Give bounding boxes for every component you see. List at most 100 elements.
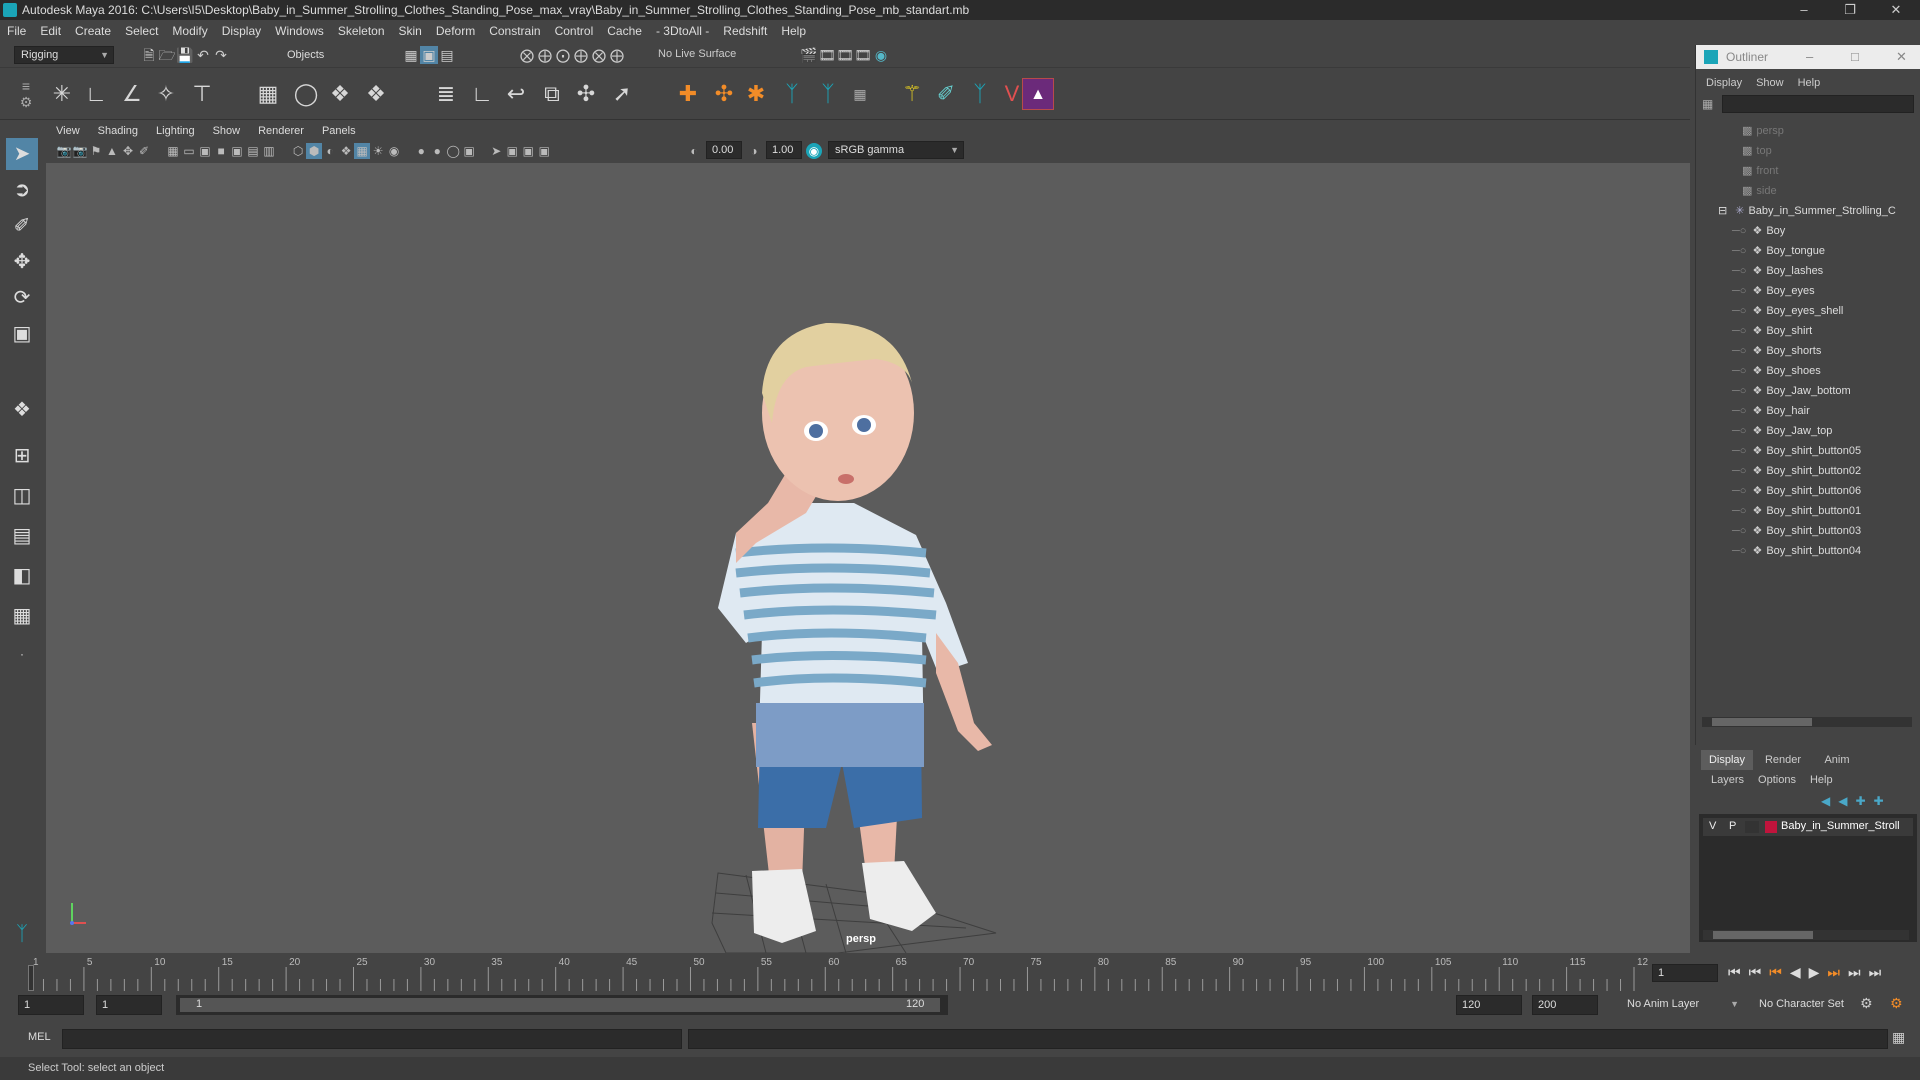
tab-anim[interactable]: Anim	[1811, 750, 1863, 770]
use-all-lights-icon[interactable]: ▦	[354, 143, 371, 159]
tab-display[interactable]: Display	[1701, 750, 1753, 770]
time-slider[interactable]: 1 5 10 15 20 25 30 35 40 45 50 55 60 65 70 75 80 85 90 95 10…	[0, 955, 1920, 995]
playback-end-field[interactable]: 120	[1456, 995, 1522, 1015]
vp-menu-view[interactable]: View	[46, 122, 88, 140]
paint-bucket-icon[interactable]: ⚚	[896, 78, 928, 110]
maya-tool-icon-b[interactable]: ᛉ	[812, 78, 844, 110]
exposure-field[interactable]: 0.00	[706, 141, 742, 159]
layer-hscroll-thumb[interactable]	[1713, 931, 1813, 939]
menu-cache[interactable]: Cache	[600, 21, 649, 41]
vp-menu-lighting[interactable]: Lighting	[146, 122, 203, 140]
save-scene-icon[interactable]: 💾	[176, 46, 194, 64]
xray-joints-icon[interactable]: ▣	[504, 143, 520, 159]
menu-select[interactable]: Select	[118, 21, 165, 41]
isolate-select-icon[interactable]: ▣	[461, 143, 477, 159]
range-slider-bar-fill[interactable]	[180, 998, 940, 1012]
menu-windows[interactable]: Windows	[268, 21, 331, 41]
snap-point-icon[interactable]: ⨀	[554, 46, 572, 64]
layer-row[interactable]: V P Baby_in_Summer_Stroll	[1703, 818, 1913, 836]
menu-redshift[interactable]: Redshift	[716, 21, 774, 41]
ik-handle-icon[interactable]: ∟	[80, 78, 112, 110]
go-to-end-icon[interactable]: ⏭	[1869, 964, 1882, 980]
outliner-item[interactable]: ─○ ❖ Boy_hair	[1702, 401, 1912, 421]
toolbox-collapse-icon[interactable]: ·	[6, 638, 38, 670]
layer-help-menu[interactable]: Help	[1810, 774, 1833, 786]
camera-icon[interactable]: 📷	[56, 143, 72, 159]
color-space-dropdown[interactable]: sRGB gamma ▼	[828, 141, 964, 159]
hypershade-icon[interactable]: ◉	[872, 46, 890, 64]
particle-icon[interactable]: ✱	[740, 78, 772, 110]
xray-icon[interactable]: ➤	[488, 143, 504, 159]
collapse-icon[interactable]: ⊟	[1718, 205, 1727, 217]
live-surface-label[interactable]: No Live Surface	[658, 48, 736, 60]
2d-pan-icon[interactable]: ✥	[120, 143, 136, 159]
create-joint-icon[interactable]: ✳	[46, 78, 78, 110]
script-editor-icon[interactable]: ▦	[1892, 1029, 1905, 1046]
preferences-icon[interactable]: ⚙	[1890, 995, 1903, 1012]
menu-3dtoall[interactable]: - 3DtoAll -	[649, 21, 716, 41]
grease-pencil-icon[interactable]: ✐	[136, 143, 152, 159]
outliner-item[interactable]: ─○ ❖ Boy_shirt_button06	[1702, 481, 1912, 501]
outliner-item[interactable]: ─○ ❖ Boy_shorts	[1702, 341, 1912, 361]
outliner-filter-icon[interactable]: ▦	[1702, 97, 1718, 113]
aim-constraint-icon[interactable]: ∟	[466, 78, 498, 110]
new-layer-icon[interactable]: ✚	[1855, 794, 1865, 808]
redo-icon[interactable]: ↷	[212, 46, 230, 64]
layer-name[interactable]: Baby_in_Summer_Stroll	[1781, 820, 1900, 832]
locator-icon[interactable]: ✚	[672, 78, 704, 110]
outliner-layout-icon[interactable]: ▤	[6, 520, 38, 552]
layer-visibility-toggle[interactable]: V	[1709, 820, 1716, 832]
maya-tool-icon-a[interactable]: ᛉ	[776, 78, 808, 110]
outliner-hscrollbar[interactable]	[1702, 717, 1912, 727]
outliner-item[interactable]: ─○ ❖ Boy_shoes	[1702, 361, 1912, 381]
scale-tool-icon[interactable]: ▣	[6, 318, 38, 350]
blendshape-icon[interactable]: ❖	[360, 78, 392, 110]
menu-skeleton[interactable]: Skeleton	[331, 21, 392, 41]
point-constraint-icon[interactable]: ≣	[430, 78, 462, 110]
two-pane-layout-icon[interactable]: ◫	[6, 480, 38, 512]
playback-start-field[interactable]: 1	[96, 995, 162, 1015]
outliner-item[interactable]: ─○ ❖ Boy_shirt_button01	[1702, 501, 1912, 521]
outliner-item-group[interactable]: ⊟ ✳ Baby_in_Summer_Strolling_C	[1702, 201, 1912, 221]
outliner-item-persp[interactable]: ▩ persp	[1702, 121, 1912, 141]
lasso-tool-icon[interactable]: ➲	[6, 174, 38, 206]
outliner-item[interactable]: ─○ ❖ Boy_shirt_button04	[1702, 541, 1912, 561]
outliner-hscroll-thumb[interactable]	[1712, 718, 1812, 726]
maya-tool-icon-c[interactable]: ᛉ	[964, 78, 996, 110]
wireframe-icon[interactable]: ⬡	[290, 143, 306, 159]
menu-display[interactable]: Display	[215, 21, 268, 41]
mode-dropdown[interactable]: Rigging ▼	[14, 46, 114, 64]
view-transform-icon[interactable]: ◉	[806, 143, 822, 159]
graph-layout-icon[interactable]: ◧	[6, 560, 38, 592]
undo-icon[interactable]: ↶	[194, 46, 212, 64]
new-scene-icon[interactable]: 🗎	[140, 46, 158, 64]
select-hierarchy-icon[interactable]: ▦	[402, 46, 420, 64]
options-menu[interactable]: Options	[1758, 774, 1796, 786]
select-object-icon[interactable]: ▣	[420, 46, 438, 64]
shelf-menu-icon[interactable]: ≡ ⚙	[14, 78, 38, 112]
paint-select-tool-icon[interactable]: ✐	[6, 210, 38, 242]
menu-create[interactable]: Create	[68, 21, 118, 41]
outliner-close-button[interactable]: ✕	[1896, 45, 1907, 69]
wireframe-on-shaded-icon[interactable]: ◐	[322, 143, 338, 159]
orient-constraint-icon[interactable]: ↩	[500, 78, 532, 110]
outliner-search-input[interactable]	[1722, 95, 1914, 113]
tab-render[interactable]: Render	[1757, 750, 1809, 770]
four-pane-layout-icon[interactable]: ⊞	[6, 440, 38, 472]
3dtoall-icon[interactable]: ▲	[1022, 78, 1054, 110]
render-frame-icon[interactable]: 🎞	[818, 46, 836, 64]
xray-active-icon[interactable]: ▣	[520, 143, 536, 159]
menu-control[interactable]: Control	[548, 21, 601, 41]
motion-blur-icon[interactable]: ●	[413, 143, 429, 159]
outliner-item[interactable]: ─○ ❖ Boy_shirt_button03	[1702, 521, 1912, 541]
paint-weights-icon[interactable]: ⊤	[186, 78, 218, 110]
maximize-button[interactable]: ❐	[1830, 0, 1870, 20]
perspective-viewport[interactable]: persp	[46, 163, 1690, 953]
character-set-dropdown[interactable]: No Character Set	[1752, 995, 1872, 1015]
menu-edit[interactable]: Edit	[33, 21, 68, 41]
bookmark-icon[interactable]: ⚑	[88, 143, 104, 159]
grid-small-icon[interactable]: ▦	[844, 78, 876, 110]
current-time-marker[interactable]	[28, 965, 34, 991]
select-tool-icon[interactable]: ➤	[6, 138, 38, 170]
camera-attr-icon[interactable]: 📷	[72, 143, 88, 159]
